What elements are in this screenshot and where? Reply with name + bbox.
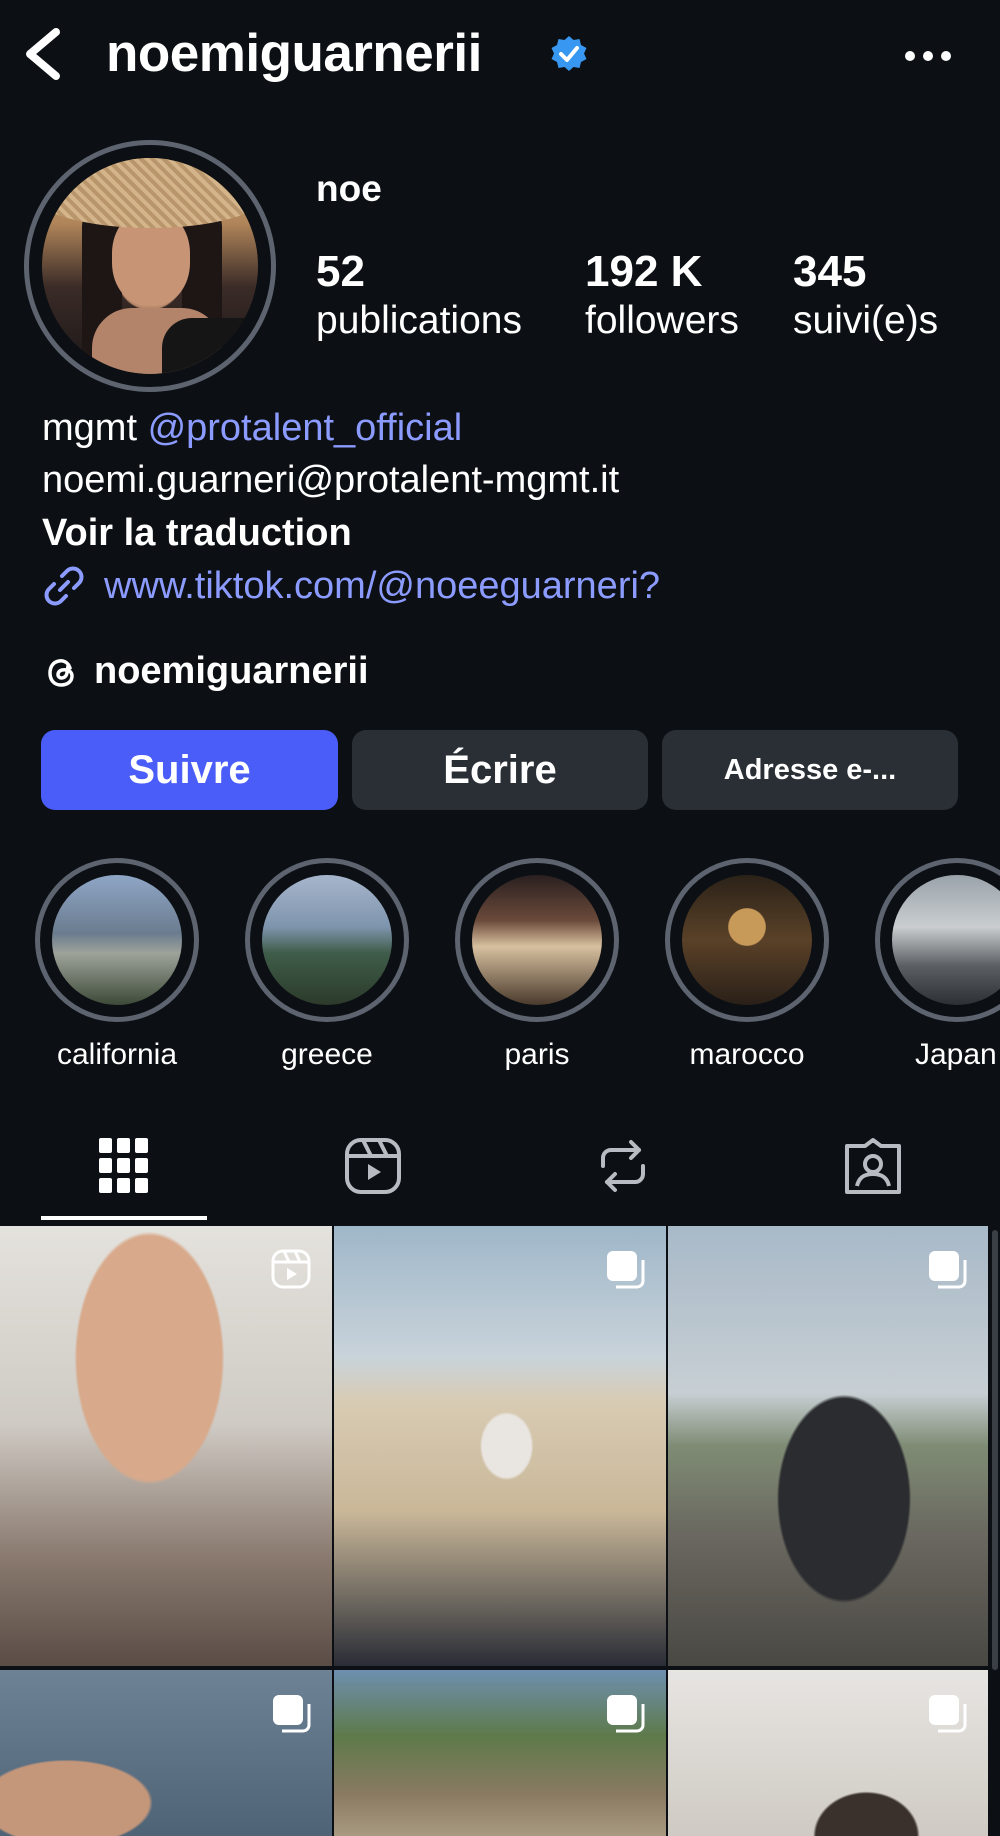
link-icon xyxy=(44,566,84,606)
scrollbar[interactable] xyxy=(992,1230,998,1670)
highlight-marocco[interactable]: marocco xyxy=(665,858,835,1072)
reel-badge-icon xyxy=(271,1249,311,1289)
post-thumbnail[interactable] xyxy=(334,1670,666,1836)
highlight-label: greece xyxy=(281,1038,373,1071)
post-thumbnail[interactable] xyxy=(334,1226,666,1666)
highlight-label: Japan xyxy=(915,1038,997,1071)
highlight-cover xyxy=(472,875,602,1005)
reels-icon xyxy=(345,1138,401,1194)
email-button[interactable]: Adresse e-... xyxy=(662,730,958,810)
reposts-icon xyxy=(601,1140,645,1192)
stat-posts-label: publications xyxy=(316,299,522,342)
stat-following[interactable]: 345 suivi(e)s xyxy=(793,246,938,344)
bio-mention-link[interactable]: @protalent_official xyxy=(148,407,463,449)
tab-posts[interactable] xyxy=(82,1130,166,1202)
stat-posts[interactable]: 52 publications xyxy=(316,246,522,344)
avatar[interactable] xyxy=(42,158,258,374)
post-thumbnail[interactable] xyxy=(0,1670,332,1836)
stat-followers[interactable]: 192 K followers xyxy=(585,246,739,344)
carousel-icon xyxy=(273,1695,311,1733)
threads-icon xyxy=(48,658,74,687)
message-button[interactable]: Écrire xyxy=(352,730,648,810)
highlight-cover xyxy=(682,875,812,1005)
active-tab-indicator xyxy=(41,1216,207,1220)
highlight-cover xyxy=(262,875,392,1005)
highlight-paris[interactable]: paris xyxy=(455,858,625,1072)
back-button[interactable] xyxy=(16,24,72,84)
highlight-label: marocco xyxy=(689,1038,805,1071)
chevron-left-icon xyxy=(26,28,60,80)
bio-text: mgmt xyxy=(42,407,148,449)
verified-badge-icon xyxy=(548,34,590,76)
bio-line-email: noemi.guarneri@protalent-mgmt.it xyxy=(42,459,620,501)
stat-followers-label: followers xyxy=(585,299,739,342)
tab-tagged[interactable] xyxy=(831,1130,915,1202)
stat-following-label: suivi(e)s xyxy=(793,299,939,342)
stat-followers-value: 192 K xyxy=(585,247,703,296)
post-thumbnail[interactable] xyxy=(668,1670,988,1836)
tab-reposts[interactable] xyxy=(581,1130,665,1202)
more-options-button[interactable] xyxy=(896,38,960,74)
carousel-icon xyxy=(607,1695,645,1733)
highlight-ring xyxy=(875,858,1000,1022)
bio-line-management: mgmt @protalent_official xyxy=(42,405,462,451)
highlight-ring xyxy=(35,858,199,1022)
highlight-greece[interactable]: greece xyxy=(245,858,415,1072)
post-thumbnail[interactable] xyxy=(0,1226,332,1666)
highlight-cover xyxy=(52,875,182,1005)
bio-link-text: www.tiktok.com/@noeeguarneri? xyxy=(104,564,661,607)
carousel-icon xyxy=(929,1251,967,1289)
more-horizontal-icon xyxy=(905,51,951,61)
profile-username: noemiguarnerii xyxy=(106,24,482,83)
highlight-ring xyxy=(245,858,409,1022)
stat-following-value: 345 xyxy=(793,247,867,296)
bio-external-link[interactable]: www.tiktok.com/@noeeguarneri? xyxy=(42,564,660,608)
follow-button[interactable]: Suivre xyxy=(41,730,338,810)
tab-reels[interactable] xyxy=(331,1130,415,1202)
carousel-icon xyxy=(929,1695,967,1733)
threads-profile-link[interactable]: noemiguarnerii xyxy=(42,650,369,693)
highlight-cover xyxy=(892,875,1000,1005)
carousel-icon xyxy=(607,1251,645,1289)
highlight-california[interactable]: california xyxy=(35,858,205,1072)
highlight-japan[interactable]: Japan xyxy=(875,858,1000,1072)
tagged-icon xyxy=(845,1138,901,1194)
highlight-ring xyxy=(665,858,829,1022)
stat-posts-value: 52 xyxy=(316,247,365,296)
post-thumbnail[interactable] xyxy=(668,1226,988,1666)
threads-handle: noemiguarnerii xyxy=(94,650,369,692)
highlight-label: california xyxy=(56,1038,178,1071)
display-name: noe xyxy=(316,168,382,209)
see-translation-button[interactable]: Voir la traduction xyxy=(42,510,352,556)
highlight-label: paris xyxy=(504,1038,570,1071)
grid-icon xyxy=(99,1138,148,1193)
highlight-ring xyxy=(455,858,619,1022)
